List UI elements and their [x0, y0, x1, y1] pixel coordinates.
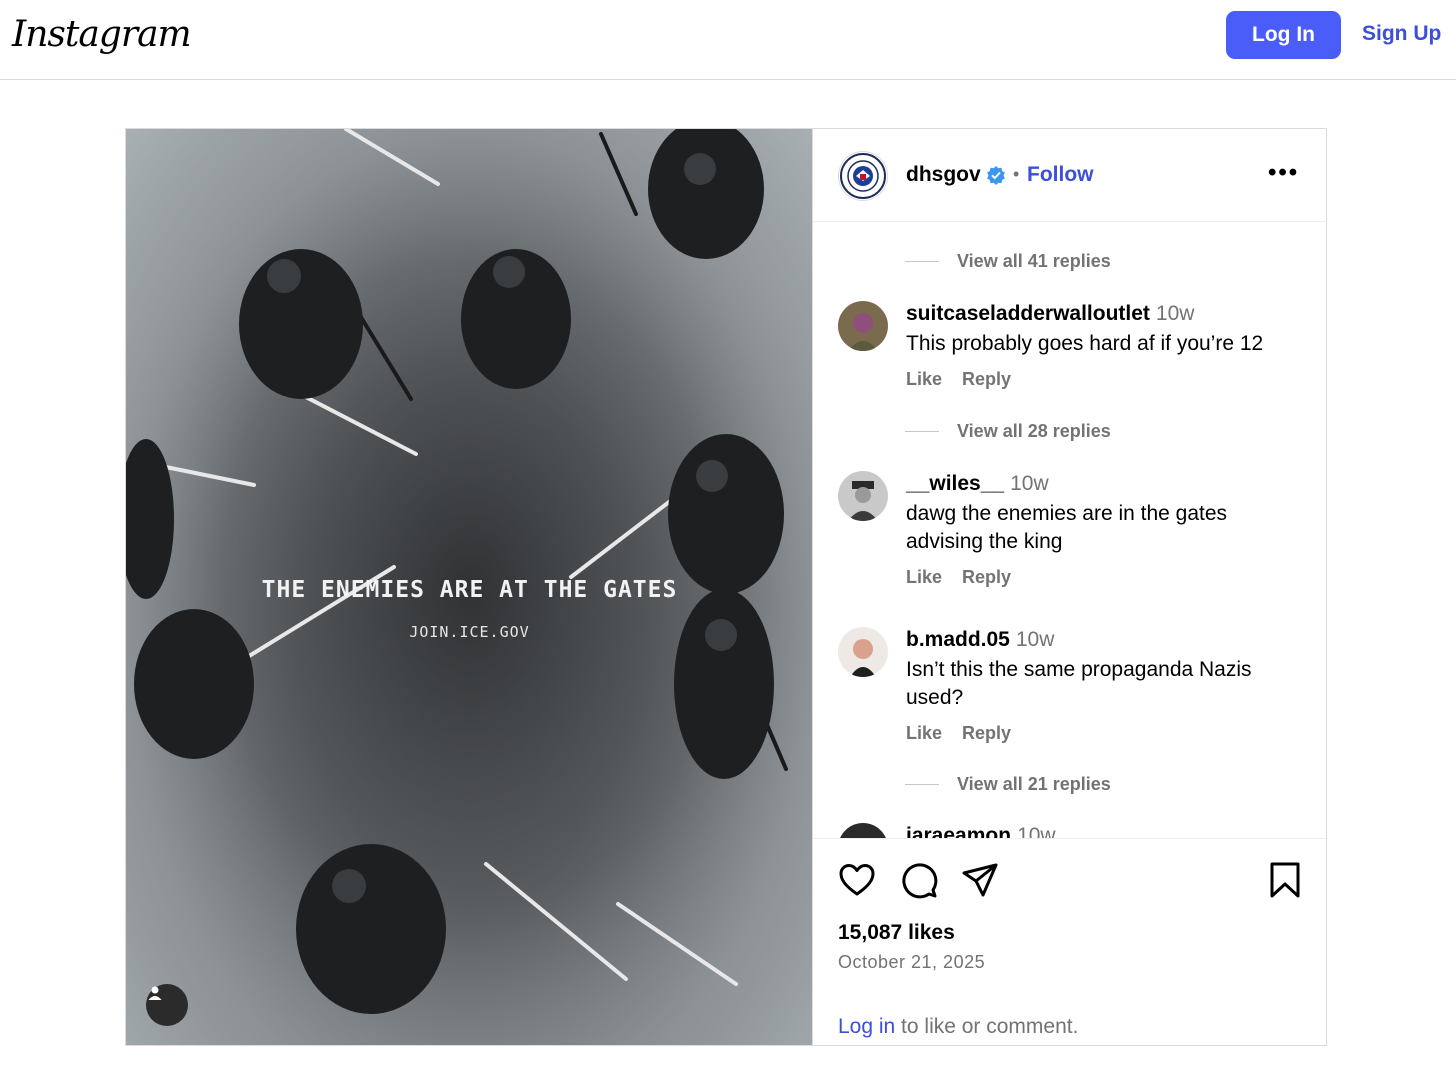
comment-text: This probably goes hard af if you’re 12 [906, 332, 1264, 355]
comment-time: 10w [1017, 824, 1056, 839]
image-headline: THE ENEMIES ARE AT THE GATES [261, 577, 678, 603]
commenter-avatar[interactable] [838, 823, 888, 839]
log-in-link[interactable]: Log in [838, 1015, 895, 1038]
dhs-seal-icon [840, 153, 886, 199]
comment-actions: Like Reply [906, 723, 1031, 744]
heart-icon[interactable] [838, 861, 876, 899]
log-in-button[interactable]: Log In [1226, 11, 1341, 59]
avatar-image [838, 627, 888, 677]
commenter-avatar[interactable] [838, 627, 888, 677]
instagram-logo[interactable]: Instagram [12, 14, 192, 55]
comment-time: 10w [1015, 628, 1055, 651]
comment-username[interactable]: __wiles__ 10w [906, 472, 1049, 496]
commenter-avatar[interactable] [838, 301, 888, 351]
sign-up-link[interactable]: Sign Up [1362, 22, 1441, 46]
user-tag-icon [148, 986, 162, 1000]
post-card: THE ENEMIES ARE AT THE GATES JOIN.ICE.GO… [125, 128, 1327, 1046]
comment-text: dawg the enemies are in the gates advisi… [906, 502, 1228, 553]
avatar-image [838, 301, 888, 351]
verified-icon [987, 166, 1005, 185]
comment-username[interactable]: jaraeamon 10w [906, 824, 1056, 839]
comment-time: 10w [1155, 302, 1195, 325]
post-header: dhsgov • Follow ••• [813, 129, 1326, 222]
comment-text: Isn’t this the same propaganda Nazis use… [906, 658, 1252, 709]
post-actions: 15,087 likes October 21, 2025 Log in to … [813, 838, 1326, 1045]
reply-comment-button[interactable]: Reply [962, 369, 1011, 389]
top-nav: Instagram Log In Sign Up [0, 0, 1456, 80]
post-side-panel: dhsgov • Follow ••• View all 41 replies [813, 129, 1326, 1045]
replies-line [905, 784, 939, 785]
replies-line [905, 261, 939, 262]
user-tag-button[interactable] [146, 984, 188, 1026]
comment-user-name: suitcaseladderwalloutlet [906, 302, 1150, 325]
owner-avatar[interactable] [838, 151, 888, 201]
like-comment-button[interactable]: Like [906, 723, 942, 743]
comment-icon[interactable] [900, 861, 938, 899]
view-replies-label: View all 21 replies [957, 774, 1111, 794]
comment-user-name: b.madd.05 [906, 628, 1010, 651]
view-replies-button[interactable]: View all 41 replies [905, 251, 1111, 272]
reply-comment-button[interactable]: Reply [962, 567, 1011, 587]
comment-user-name: __wiles__ [906, 472, 1005, 495]
login-prompt: Log in to like or comment. [838, 1015, 1078, 1039]
more-options-button[interactable]: ••• [1268, 159, 1299, 187]
like-comment-button[interactable]: Like [906, 567, 942, 587]
login-prompt-text: to like or comment. [895, 1015, 1079, 1038]
follow-button[interactable]: Follow [1027, 163, 1094, 187]
separator-dot: • [1013, 164, 1020, 184]
image-url-text: JOIN.ICE.GOV [409, 623, 530, 641]
owner-username[interactable]: dhsgov [906, 163, 981, 187]
like-comment-button[interactable]: Like [906, 369, 942, 389]
commenter-avatar[interactable] [838, 471, 888, 521]
post-image[interactable]: THE ENEMIES ARE AT THE GATES JOIN.ICE.GO… [126, 129, 813, 1045]
comment-actions: Like Reply [906, 567, 1031, 588]
post-date[interactable]: October 21, 2025 [838, 952, 985, 973]
likes-count[interactable]: 15,087 likes [838, 921, 955, 945]
comments-list[interactable]: View all 41 replies suitcaseladderwallou… [813, 223, 1326, 839]
view-replies-button[interactable]: View all 21 replies [905, 774, 1111, 795]
comment-username[interactable]: suitcaseladderwalloutlet 10w [906, 302, 1194, 326]
view-replies-label: View all 28 replies [957, 421, 1111, 441]
comment-user-name: jaraeamon [906, 824, 1012, 839]
share-icon[interactable] [961, 861, 999, 899]
replies-line [905, 431, 939, 432]
comment-actions: Like Reply [906, 369, 1031, 390]
comment-username[interactable]: b.madd.05 10w [906, 628, 1054, 652]
bookmark-icon[interactable] [1266, 861, 1304, 899]
view-replies-label: View all 41 replies [957, 251, 1111, 271]
reply-comment-button[interactable]: Reply [962, 723, 1011, 743]
view-replies-button[interactable]: View all 28 replies [905, 421, 1111, 442]
comment-time: 10w [1010, 472, 1049, 495]
avatar-image [838, 471, 888, 521]
